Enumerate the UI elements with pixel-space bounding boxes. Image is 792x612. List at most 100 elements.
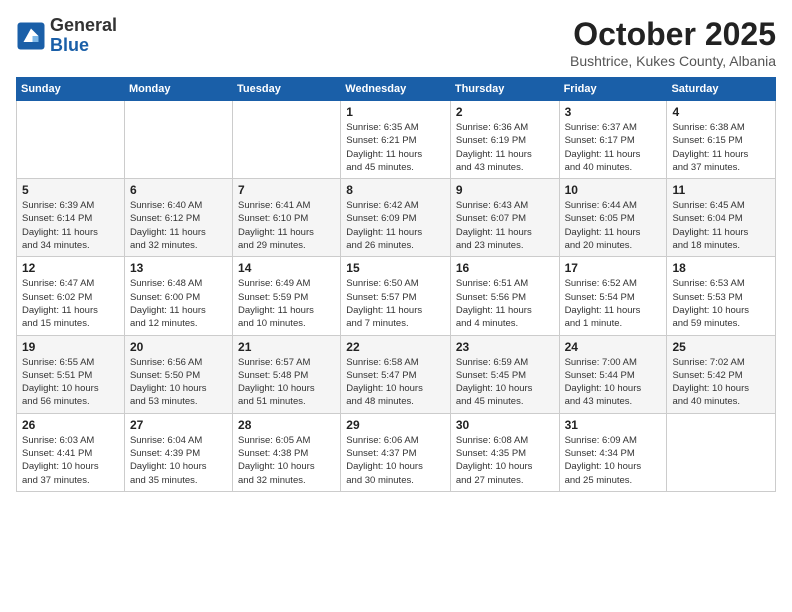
calendar-cell: 2 Sunrise: 6:36 AMSunset: 6:19 PMDaylight… xyxy=(450,101,559,179)
calendar-cell: 18 Sunrise: 6:53 AMSunset: 5:53 PMDayligh… xyxy=(667,257,776,335)
day-number: 8 xyxy=(346,183,445,197)
day-info: Sunrise: 6:48 AMSunset: 6:00 PMDaylight:… xyxy=(130,277,227,330)
calendar-cell: 25 Sunrise: 7:02 AMSunset: 5:42 PMDayligh… xyxy=(667,335,776,413)
calendar-cell: 23Sunrise: 6:59 AMSunset: 5:45 PMDayligh… xyxy=(450,335,559,413)
calendar-cell xyxy=(667,413,776,491)
day-number: 26 xyxy=(22,418,119,432)
day-info: Sunrise: 6:40 AMSunset: 6:12 PMDaylight:… xyxy=(130,199,227,252)
day-number: 22 xyxy=(346,340,445,354)
day-number: 15 xyxy=(346,261,445,275)
week-row-3: 19Sunrise: 6:55 AMSunset: 5:51 PMDayligh… xyxy=(17,335,776,413)
calendar-cell: 6 Sunrise: 6:40 AMSunset: 6:12 PMDaylight… xyxy=(124,179,232,257)
day-number: 24 xyxy=(565,340,662,354)
day-info: Sunrise: 6:06 AMSunset: 4:37 PMDaylight:… xyxy=(346,434,445,487)
day-info: Sunrise: 6:36 AMSunset: 6:19 PMDaylight:… xyxy=(456,121,554,174)
day-number: 19 xyxy=(22,340,119,354)
day-info: Sunrise: 6:04 AMSunset: 4:39 PMDaylight:… xyxy=(130,434,227,487)
day-info: Sunrise: 7:00 AMSunset: 5:44 PMDaylight:… xyxy=(565,356,662,409)
day-number: 14 xyxy=(238,261,335,275)
day-info: Sunrise: 7:02 AMSunset: 5:42 PMDaylight:… xyxy=(672,356,770,409)
day-info: Sunrise: 6:47 AMSunset: 6:02 PMDaylight:… xyxy=(22,277,119,330)
calendar-cell xyxy=(233,101,341,179)
day-info: Sunrise: 6:43 AMSunset: 6:07 PMDaylight:… xyxy=(456,199,554,252)
header-row: SundayMondayTuesdayWednesdayThursdayFrid… xyxy=(17,78,776,101)
header-friday: Friday xyxy=(559,78,667,101)
day-info: Sunrise: 6:49 AMSunset: 5:59 PMDaylight:… xyxy=(238,277,335,330)
day-number: 31 xyxy=(565,418,662,432)
day-info: Sunrise: 6:08 AMSunset: 4:35 PMDaylight:… xyxy=(456,434,554,487)
day-number: 3 xyxy=(565,105,662,119)
calendar-cell: 12 Sunrise: 6:47 AMSunset: 6:02 PMDayligh… xyxy=(17,257,125,335)
day-number: 28 xyxy=(238,418,335,432)
day-number: 25 xyxy=(672,340,770,354)
calendar-cell: 24 Sunrise: 7:00 AMSunset: 5:44 PMDayligh… xyxy=(559,335,667,413)
calendar-cell: 16Sunrise: 6:51 AMSunset: 5:56 PMDayligh… xyxy=(450,257,559,335)
calendar-table: SundayMondayTuesdayWednesdayThursdayFrid… xyxy=(16,77,776,492)
header-sunday: Sunday xyxy=(17,78,125,101)
day-info: Sunrise: 6:39 AMSunset: 6:14 PMDaylight:… xyxy=(22,199,119,252)
calendar-body: 1Sunrise: 6:35 AMSunset: 6:21 PMDaylight… xyxy=(17,101,776,492)
day-number: 21 xyxy=(238,340,335,354)
header-saturday: Saturday xyxy=(667,78,776,101)
calendar-cell: 10Sunrise: 6:44 AMSunset: 6:05 PMDayligh… xyxy=(559,179,667,257)
calendar-cell: 27 Sunrise: 6:04 AMSunset: 4:39 PMDayligh… xyxy=(124,413,232,491)
day-info: Sunrise: 6:38 AMSunset: 6:15 PMDaylight:… xyxy=(672,121,770,174)
day-info: Sunrise: 6:53 AMSunset: 5:53 PMDaylight:… xyxy=(672,277,770,330)
page-header: General Blue October 2025 Bushtrice, Kuk… xyxy=(16,16,776,69)
day-number: 5 xyxy=(22,183,119,197)
title-block: October 2025 Bushtrice, Kukes County, Al… xyxy=(570,16,776,69)
day-number: 23 xyxy=(456,340,554,354)
calendar-cell: 22Sunrise: 6:58 AMSunset: 5:47 PMDayligh… xyxy=(341,335,451,413)
calendar-cell: 7 Sunrise: 6:41 AMSunset: 6:10 PMDaylight… xyxy=(233,179,341,257)
calendar-header: SundayMondayTuesdayWednesdayThursdayFrid… xyxy=(17,78,776,101)
logo: General Blue xyxy=(16,16,117,56)
location-subtitle: Bushtrice, Kukes County, Albania xyxy=(570,53,776,69)
week-row-1: 5 Sunrise: 6:39 AMSunset: 6:14 PMDaylight… xyxy=(17,179,776,257)
day-number: 2 xyxy=(456,105,554,119)
day-info: Sunrise: 6:41 AMSunset: 6:10 PMDaylight:… xyxy=(238,199,335,252)
header-tuesday: Tuesday xyxy=(233,78,341,101)
header-thursday: Thursday xyxy=(450,78,559,101)
week-row-0: 1Sunrise: 6:35 AMSunset: 6:21 PMDaylight… xyxy=(17,101,776,179)
day-number: 9 xyxy=(456,183,554,197)
calendar-cell xyxy=(124,101,232,179)
day-number: 30 xyxy=(456,418,554,432)
calendar-cell: 13 Sunrise: 6:48 AMSunset: 6:00 PMDayligh… xyxy=(124,257,232,335)
day-info: Sunrise: 6:50 AMSunset: 5:57 PMDaylight:… xyxy=(346,277,445,330)
day-number: 27 xyxy=(130,418,227,432)
day-number: 10 xyxy=(565,183,662,197)
calendar-cell: 11Sunrise: 6:45 AMSunset: 6:04 PMDayligh… xyxy=(667,179,776,257)
day-info: Sunrise: 6:52 AMSunset: 5:54 PMDaylight:… xyxy=(565,277,662,330)
day-number: 4 xyxy=(672,105,770,119)
day-number: 1 xyxy=(346,105,445,119)
day-number: 29 xyxy=(346,418,445,432)
header-wednesday: Wednesday xyxy=(341,78,451,101)
calendar-cell: 29 Sunrise: 6:06 AMSunset: 4:37 PMDayligh… xyxy=(341,413,451,491)
day-number: 13 xyxy=(130,261,227,275)
day-info: Sunrise: 6:05 AMSunset: 4:38 PMDaylight:… xyxy=(238,434,335,487)
logo-text: General Blue xyxy=(50,16,117,56)
day-number: 12 xyxy=(22,261,119,275)
calendar-cell: 30 Sunrise: 6:08 AMSunset: 4:35 PMDayligh… xyxy=(450,413,559,491)
day-number: 18 xyxy=(672,261,770,275)
logo-icon xyxy=(16,21,46,51)
calendar-cell: 20Sunrise: 6:56 AMSunset: 5:50 PMDayligh… xyxy=(124,335,232,413)
day-number: 20 xyxy=(130,340,227,354)
week-row-2: 12 Sunrise: 6:47 AMSunset: 6:02 PMDayligh… xyxy=(17,257,776,335)
day-info: Sunrise: 6:57 AMSunset: 5:48 PMDaylight:… xyxy=(238,356,335,409)
calendar-cell: 15 Sunrise: 6:50 AMSunset: 5:57 PMDayligh… xyxy=(341,257,451,335)
header-monday: Monday xyxy=(124,78,232,101)
calendar-cell: 31Sunrise: 6:09 AMSunset: 4:34 PMDayligh… xyxy=(559,413,667,491)
day-info: Sunrise: 6:51 AMSunset: 5:56 PMDaylight:… xyxy=(456,277,554,330)
calendar-cell: 5 Sunrise: 6:39 AMSunset: 6:14 PMDaylight… xyxy=(17,179,125,257)
calendar-cell: 8Sunrise: 6:42 AMSunset: 6:09 PMDaylight… xyxy=(341,179,451,257)
calendar-cell xyxy=(17,101,125,179)
day-info: Sunrise: 6:03 AMSunset: 4:41 PMDaylight:… xyxy=(22,434,119,487)
calendar-cell: 14 Sunrise: 6:49 AMSunset: 5:59 PMDayligh… xyxy=(233,257,341,335)
day-number: 6 xyxy=(130,183,227,197)
day-number: 11 xyxy=(672,183,770,197)
calendar-cell: 3Sunrise: 6:37 AMSunset: 6:17 PMDaylight… xyxy=(559,101,667,179)
calendar-cell: 17Sunrise: 6:52 AMSunset: 5:54 PMDayligh… xyxy=(559,257,667,335)
calendar-cell: 4 Sunrise: 6:38 AMSunset: 6:15 PMDaylight… xyxy=(667,101,776,179)
day-number: 7 xyxy=(238,183,335,197)
